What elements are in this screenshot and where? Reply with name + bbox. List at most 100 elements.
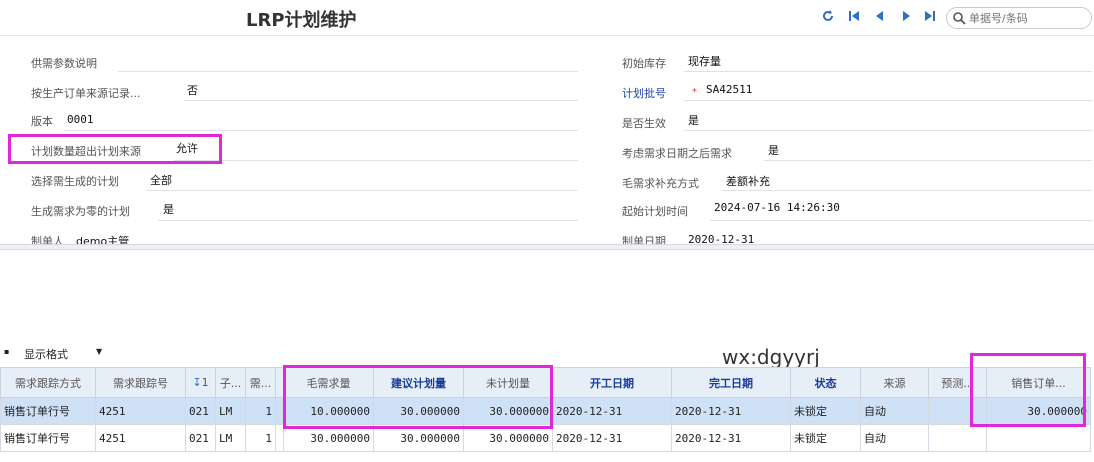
field-value[interactable]: 是 <box>688 112 699 128</box>
table-cell[interactable]: 30.000000 <box>986 397 1091 425</box>
table-cell[interactable]: 2020-12-31 <box>552 424 672 452</box>
field-underline <box>764 160 1092 161</box>
search-input[interactable] <box>969 10 1087 26</box>
data-grid: 需求跟踪方式 需求跟踪号 ↧1 子... 需... 毛需求量 建议计划量 未计划… <box>0 367 1094 462</box>
plan-table: 需求跟踪方式 需求跟踪号 ↧1 子... 需... 毛需求量 建议计划量 未计划… <box>0 367 1091 452</box>
field-label: 起始计划时间 <box>622 205 688 218</box>
field-value[interactable]: 是 <box>163 201 174 217</box>
table-row[interactable]: 销售订单行号 4251 021 LM 1 10.000000 30.000000… <box>0 397 1091 425</box>
field-value[interactable]: 2024-07-16 14:26:30 <box>714 201 840 214</box>
table-cell[interactable] <box>275 424 284 452</box>
column-header[interactable]: 需求跟踪号 <box>95 367 186 398</box>
column-header[interactable]: 未计划量 <box>463 367 553 398</box>
table-cell[interactable]: 4251 <box>95 397 186 425</box>
field-value[interactable]: 是 <box>768 142 779 158</box>
field-label: 选择需生成的计划 <box>31 175 119 188</box>
field-underline <box>174 160 578 161</box>
column-header[interactable]: 需求跟踪方式 <box>0 367 96 398</box>
field-underline <box>118 71 578 72</box>
field-value[interactable]: 差额补充 <box>726 173 770 189</box>
table-cell[interactable]: 30.000000 <box>463 397 553 425</box>
table-cell[interactable]: 未锁定 <box>790 424 861 452</box>
table-cell[interactable]: 销售订单行号 <box>0 424 96 452</box>
chevron-down-icon[interactable]: ▼ <box>96 347 102 356</box>
field-underline <box>722 190 1092 191</box>
table-cell[interactable]: 销售订单行号 <box>0 397 96 425</box>
section-divider[interactable] <box>0 244 1094 250</box>
field-label: 制单人 <box>31 235 64 244</box>
column-header[interactable]: 开工日期 <box>552 367 672 398</box>
field-label: 按生产订单来源记录... <box>31 87 141 100</box>
table-cell[interactable] <box>275 397 284 425</box>
column-header[interactable]: 销售订单... <box>986 367 1091 398</box>
grid-toolbar: ▪ 显示格式 ▼ <box>0 343 1094 365</box>
table-cell[interactable]: 4251 <box>95 424 186 452</box>
column-header[interactable]: 需... <box>245 367 276 398</box>
table-cell[interactable]: LM <box>215 397 246 425</box>
field-value[interactable]: 0001 <box>67 113 94 126</box>
field-value[interactable]: 否 <box>187 82 198 98</box>
column-header[interactable]: 完工日期 <box>671 367 791 398</box>
sort-icon[interactable]: ↧ <box>192 376 201 389</box>
table-cell[interactable]: 自动 <box>860 424 929 452</box>
table-cell[interactable]: 021 <box>185 397 216 425</box>
column-header-text: 1 <box>201 376 209 389</box>
watermark-text: wx:dgyyrj <box>722 345 820 369</box>
search-icon[interactable] <box>952 11 966 25</box>
table-cell[interactable]: 30.000000 <box>373 424 464 452</box>
first-icon[interactable] <box>846 9 862 25</box>
column-header[interactable]: 预测... <box>928 367 987 398</box>
refresh-icon[interactable] <box>820 9 836 25</box>
table-cell[interactable]: 未锁定 <box>790 397 861 425</box>
header-form: 供需参数说明 按生产订单来源记录... 否 版本 0001 计划数量超出计划来源… <box>0 37 1094 244</box>
field-label: 初始库存 <box>622 57 666 70</box>
table-cell[interactable] <box>928 397 987 425</box>
column-header[interactable]: 来源 <box>860 367 929 398</box>
required-marker: * <box>692 87 697 98</box>
field-value[interactable]: demo主管 <box>76 233 129 244</box>
field-label: 考虑需求日期之后需求 <box>622 147 732 160</box>
field-underline <box>710 220 1092 221</box>
field-value[interactable]: 现存量 <box>688 53 721 69</box>
table-cell[interactable]: 2020-12-31 <box>671 424 791 452</box>
table-cell[interactable]: LM <box>215 424 246 452</box>
field-value[interactable]: SA42511 <box>706 83 752 96</box>
field-underline <box>684 100 1092 101</box>
field-underline <box>184 100 578 101</box>
column-header[interactable] <box>275 367 284 398</box>
field-label: 制单日期 <box>622 235 666 244</box>
column-header[interactable]: ↧1 <box>185 367 216 398</box>
title-bar: LRP计划维护 <box>0 0 1094 36</box>
column-header[interactable]: 状态 <box>790 367 861 398</box>
column-header[interactable]: 毛需求量 <box>283 367 374 398</box>
field-underline <box>158 220 578 221</box>
table-cell[interactable] <box>928 424 987 452</box>
table-cell[interactable]: 自动 <box>860 397 929 425</box>
table-row[interactable]: 销售订单行号 4251 021 LM 1 30.000000 30.000000… <box>0 424 1091 452</box>
display-format-button[interactable]: 显示格式 <box>24 346 68 362</box>
field-label: 计划批号 <box>622 87 666 100</box>
search-box[interactable] <box>946 7 1092 29</box>
table-cell[interactable]: 30.000000 <box>283 424 374 452</box>
table-cell[interactable]: 1 <box>245 424 276 452</box>
table-cell[interactable] <box>986 424 1091 452</box>
column-header[interactable]: 子... <box>215 367 246 398</box>
field-value[interactable]: 全部 <box>150 172 172 188</box>
table-cell[interactable]: 10.000000 <box>283 397 374 425</box>
field-value[interactable]: 2020-12-31 <box>688 233 754 244</box>
table-cell[interactable]: 30.000000 <box>373 397 464 425</box>
field-label: 是否生效 <box>622 117 666 130</box>
last-icon[interactable] <box>922 9 938 25</box>
field-label: 生成需求为零的计划 <box>31 205 130 218</box>
table-cell[interactable]: 021 <box>185 424 216 452</box>
table-cell[interactable]: 2020-12-31 <box>671 397 791 425</box>
next-icon[interactable] <box>898 9 914 25</box>
blank-panel <box>0 251 1094 343</box>
column-header[interactable]: 建议计划量 <box>373 367 464 398</box>
prev-icon[interactable] <box>872 9 888 25</box>
field-value[interactable]: 允许 <box>176 140 198 156</box>
table-cell[interactable]: 2020-12-31 <box>552 397 672 425</box>
table-cell[interactable]: 30.000000 <box>463 424 553 452</box>
field-label: 计划数量超出计划来源 <box>31 145 141 158</box>
table-cell[interactable]: 1 <box>245 397 276 425</box>
